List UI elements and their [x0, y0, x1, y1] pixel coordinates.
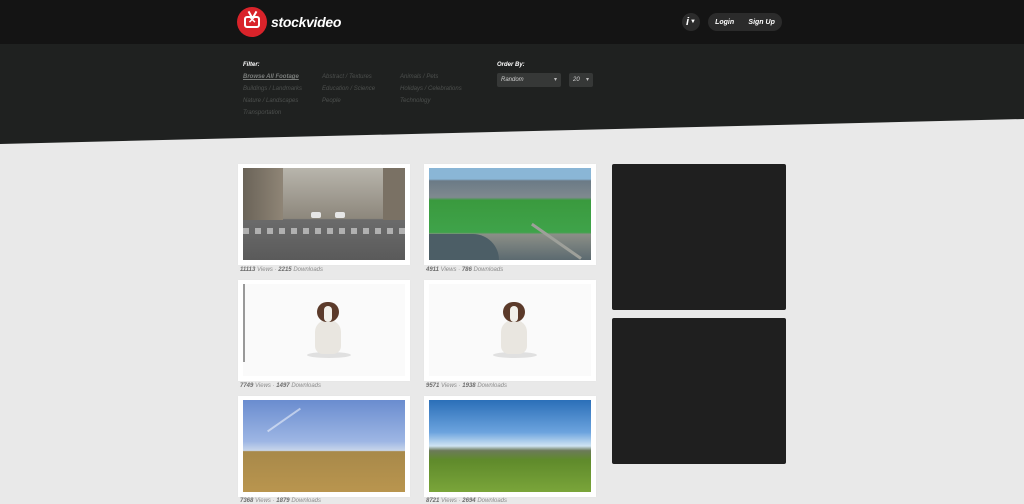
info-icon: i — [685, 16, 690, 28]
video-thumbnail[interactable] — [429, 168, 591, 260]
video-card[interactable] — [424, 396, 596, 497]
category-holidays[interactable]: Holidays / Celebrations — [400, 86, 462, 92]
info-menu-button[interactable]: i ▼ — [682, 13, 700, 31]
tv-logo-icon — [237, 7, 267, 37]
category-technology[interactable]: Technology — [400, 98, 430, 104]
category-transportation[interactable]: Transportation — [243, 110, 281, 116]
video-stats: 8721 Views · 2694 Downloads — [426, 498, 507, 504]
video-thumbnail[interactable] — [429, 400, 591, 492]
chevron-down-icon: ▾ — [553, 77, 557, 83]
video-thumbnail[interactable] — [429, 284, 591, 376]
video-card[interactable] — [238, 280, 410, 381]
per-page-value: 20 — [573, 77, 580, 83]
login-button[interactable]: Login — [715, 19, 734, 26]
per-page-select[interactable]: 20 ▾ — [569, 73, 593, 87]
filter-panel — [0, 44, 1024, 144]
video-thumbnail[interactable] — [243, 168, 405, 260]
category-nature[interactable]: Nature / Landscapes — [243, 98, 298, 104]
category-abstract[interactable]: Abstract / Textures — [322, 74, 372, 80]
chevron-down-icon: ▾ — [585, 77, 589, 83]
video-stats: 7749 Views · 1497 Downloads — [240, 383, 321, 389]
video-card[interactable] — [238, 396, 410, 497]
order-by-title: Order By: — [497, 62, 525, 68]
caret-down-icon: ▼ — [690, 19, 696, 25]
video-stats: 7368 Views · 1879 Downloads — [240, 498, 321, 504]
ad-panel-bottom — [612, 318, 786, 464]
order-by-value: Random — [501, 77, 524, 83]
video-stats: 9571 Views · 1938 Downloads — [426, 383, 507, 389]
category-buildings[interactable]: Buildings / Landmarks — [243, 86, 302, 92]
video-stats: 4911 Views · 786 Downloads — [426, 267, 504, 273]
auth-buttons: Login Sign Up — [708, 13, 782, 31]
video-thumbnail[interactable] — [243, 284, 405, 376]
video-card[interactable] — [238, 164, 410, 265]
top-header: stockvideo i▼ Login Sign Up — [0, 0, 1024, 44]
signup-button[interactable]: Sign Up — [748, 19, 774, 26]
category-browse-all[interactable]: Browse All Footage — [243, 74, 299, 80]
filter-title: Filter: — [243, 62, 260, 68]
category-animals[interactable]: Animals / Pets — [400, 74, 438, 80]
site-logo[interactable]: stockvideo — [237, 6, 341, 38]
video-card[interactable] — [424, 280, 596, 381]
brand-name: stockvideo — [271, 14, 342, 30]
category-people[interactable]: People — [322, 98, 341, 104]
ad-panel-top — [612, 164, 786, 310]
order-by-select[interactable]: Random ▾ — [497, 73, 561, 87]
video-stats: 11113 Views · 2215 Downloads — [240, 267, 323, 273]
video-thumbnail[interactable] — [243, 400, 405, 492]
video-card[interactable] — [424, 164, 596, 265]
category-education[interactable]: Education / Science — [322, 86, 375, 92]
